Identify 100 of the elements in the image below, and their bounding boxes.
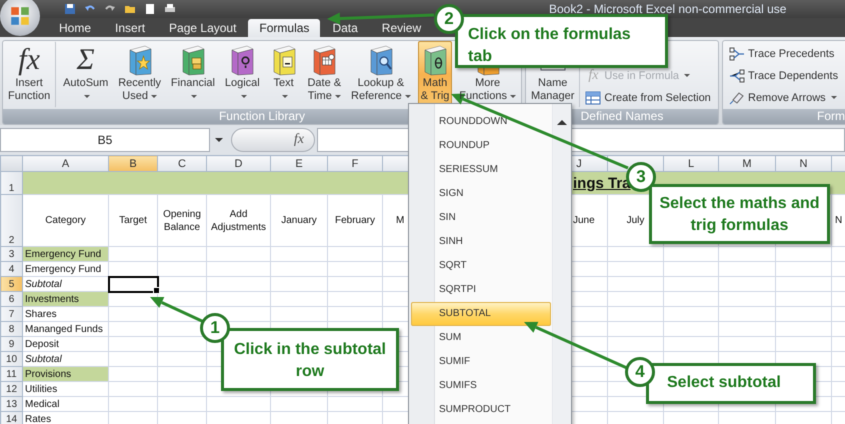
table-cell: Emergency Fund [22,246,108,262]
row-header[interactable]: 6 [0,292,22,306]
column-header[interactable]: A [22,156,108,172]
caret-icon [684,74,690,77]
menu-item[interactable]: SQRTPI [435,278,553,302]
ribbon-tab[interactable]: Insert [103,19,158,37]
ribbon-button[interactable]: Financial [168,41,218,108]
column-header[interactable]: L [664,156,718,172]
active-cell[interactable] [108,276,158,292]
row-header[interactable]: 8 [0,322,22,336]
row-header[interactable]: 11 [0,366,22,382]
caret-icon [404,94,411,98]
insert-function-button[interactable]: fx [231,128,315,152]
symbol-icon: fx [18,42,40,76]
pointer-arrow [150,297,205,324]
table-cell: Emergency Fund [22,262,108,276]
page-icon[interactable] [144,3,156,15]
table-cell: Medical [22,396,108,412]
menu-item[interactable]: ROUNDUP [435,134,553,158]
table-cell: January [270,194,328,246]
row-header[interactable]: 5 [0,276,22,292]
row-header[interactable]: 12 [0,382,22,396]
save-icon[interactable] [64,3,76,15]
column-header[interactable]: N [776,156,832,172]
row-header[interactable]: 7 [0,306,22,322]
menu-item[interactable]: SUMPRODUCT [435,398,553,422]
menu-item[interactable]: SUMIF [435,350,553,374]
ribbon-button[interactable]: Text [266,41,301,108]
caret-icon [150,94,157,98]
column-header[interactable]: M [718,156,776,172]
callout: Click on the formulas tab [455,14,668,68]
column-header[interactable]: C [158,156,206,172]
table-cell: Opening Balance [158,194,206,246]
column-header[interactable]: E [270,156,328,172]
row-header[interactable]: 10 [0,352,22,366]
ribbon-tab[interactable]: Page Layout [157,19,248,37]
step-badge: 4 [625,357,655,387]
table-cell: Deposit [22,336,108,352]
fill-handle[interactable] [152,286,160,294]
caret-icon[interactable] [215,138,223,142]
ribbon-button[interactable]: Logical [222,41,263,108]
callout: Select subtotal [646,363,816,404]
ribbon-button[interactable]: Σ AutoSum [60,41,112,108]
table-icon [585,90,602,104]
row-header[interactable]: 14 [0,412,22,424]
table-cell: Add Adjustments [206,194,270,246]
ribbon-button[interactable]: Lookup & Reference [348,41,414,108]
callout: Select the maths and trig formulas [649,184,830,244]
trace-arrows-icon [729,46,745,60]
menu-item[interactable]: SQRT [435,254,553,278]
caret-icon [510,94,516,98]
row-header[interactable]: 9 [0,336,22,352]
group-label: Form [723,109,845,124]
caret-icon [830,96,837,99]
row-header[interactable]: 2 [0,194,22,246]
ribbon-button[interactable]: fx Insert Function [5,41,56,108]
table-cell: Rates [22,412,108,424]
symbol-icon: fx [588,68,598,84]
ribbon-button[interactable]: Recently Used [115,41,164,108]
table-cell: February [328,194,382,246]
table-cell: Target [108,194,158,246]
table-cell: Utilities [22,382,108,396]
ribbon-button[interactable]: Trace Dependents [725,69,842,82]
ribbon-button[interactable]: Remove Arrows [725,91,842,104]
scroll-up-icon[interactable] [557,120,567,125]
menu-item[interactable]: SUBTOTAL [411,302,551,326]
caret-icon [282,94,288,98]
office-logo-icon [9,5,31,27]
symbol-icon: Σ [76,42,95,76]
caret-icon [240,94,247,98]
column-header[interactable]: F [328,156,382,172]
callout: Click in the subtotal row [221,328,399,391]
menu-item[interactable]: SUM [435,326,553,350]
trace-arrows-icon [729,68,745,82]
ribbon-tab[interactable]: Review [370,19,434,37]
row-header[interactable]: 3 [0,246,22,262]
menu-item[interactable]: SUMIFS [435,374,553,398]
window-title: Book2 - Microsoft Excel non-commercial use [549,2,786,16]
step-badge: 1 [200,313,230,343]
name-box[interactable]: B5 [0,128,210,152]
table-cell: Investments [22,292,108,306]
row-header[interactable]: 1 [0,172,22,194]
row-header[interactable]: 4 [0,262,22,276]
printer-icon[interactable] [164,3,176,15]
ribbon-button[interactable]: Create from Selection [581,91,714,104]
column-header[interactable]: B [108,156,158,172]
ribbon-tab[interactable]: Data [320,19,370,37]
ribbon-button[interactable]: Date & Time [304,41,344,108]
row-header[interactable]: 13 [0,396,22,412]
table-cell: Shares [22,306,108,322]
table-cell: Provisions [22,366,108,382]
caret-icon [84,94,90,98]
ribbon-tab[interactable]: Home [47,19,104,37]
folder-icon[interactable] [124,3,136,15]
ribbon-button[interactable]: Trace Precedents [725,47,842,60]
eraser-icon [729,90,745,104]
caret-icon [191,94,198,98]
caret-icon [334,94,341,98]
ribbon-tab[interactable]: Formulas [248,19,320,37]
column-header[interactable]: D [206,156,270,172]
